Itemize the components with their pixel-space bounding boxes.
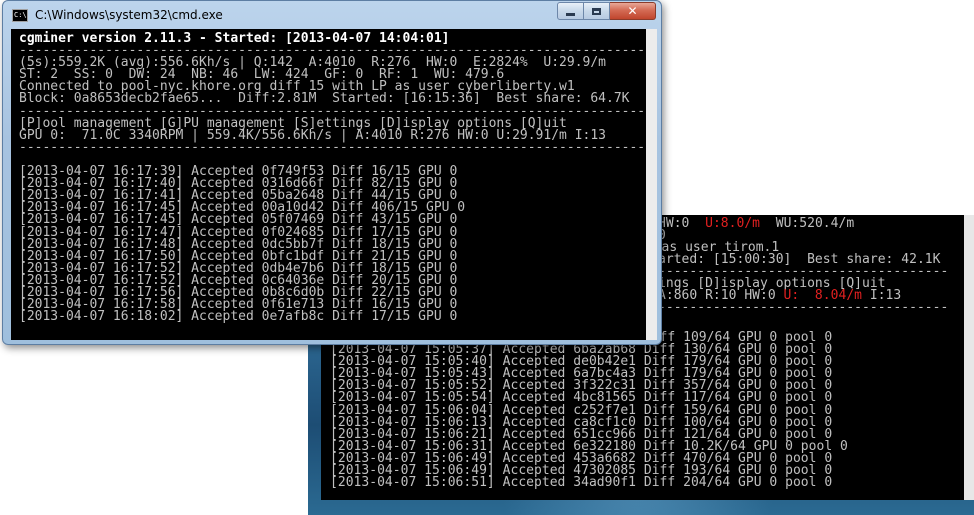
- close-button[interactable]: ✕: [610, 2, 656, 20]
- minimize-icon: [566, 12, 575, 16]
- titlebar[interactable]: C:\ C:\Windows\system32\cmd.exe ✕: [3, 1, 661, 29]
- maximize-button[interactable]: [584, 2, 610, 20]
- back-status-line-1: HW:0 U:8.0/m WU:520.4/m: [658, 216, 855, 231]
- console-content: cgminer version 2.11.3 - Started: [2013-…: [19, 32, 646, 325]
- back-status-block-4: arted: [15:00:30] Best share: 42.1K ----…: [658, 253, 964, 316]
- back-utility-red: U:8.0/m: [705, 216, 761, 231]
- divider: ----------------------------------------…: [19, 139, 646, 155]
- caption-buttons: ✕: [557, 2, 656, 20]
- log-line: [2013-04-07 16:18:02] Accepted 0e7afb8c …: [19, 309, 458, 325]
- console-icon[interactable]: C:\: [12, 9, 28, 22]
- back-divider-2: -------------------------------------: [658, 300, 949, 316]
- front-console-window[interactable]: C:\ C:\Windows\system32\cmd.exe ✕ cgmine…: [2, 0, 662, 345]
- back-status-block: HW:0 U:8.0/m WU:520.4/m: [658, 216, 964, 231]
- log-line: [2013-04-07 15:06:51] Accepted 34ad90f1 …: [330, 475, 833, 491]
- scrollbar[interactable]: [646, 29, 657, 340]
- minimize-button[interactable]: [557, 2, 584, 20]
- window-title: C:\Windows\system32\cmd.exe: [35, 8, 223, 22]
- console-screen[interactable]: cgminer version 2.11.3 - Started: [2013-…: [11, 29, 646, 340]
- maximize-icon: [592, 7, 601, 15]
- back-scrollbar[interactable]: [964, 215, 974, 500]
- close-icon: ✕: [627, 4, 638, 18]
- back-log-block: [2013-04-07 15:05:37] Accepted 6ba2ab68 …: [330, 331, 964, 491]
